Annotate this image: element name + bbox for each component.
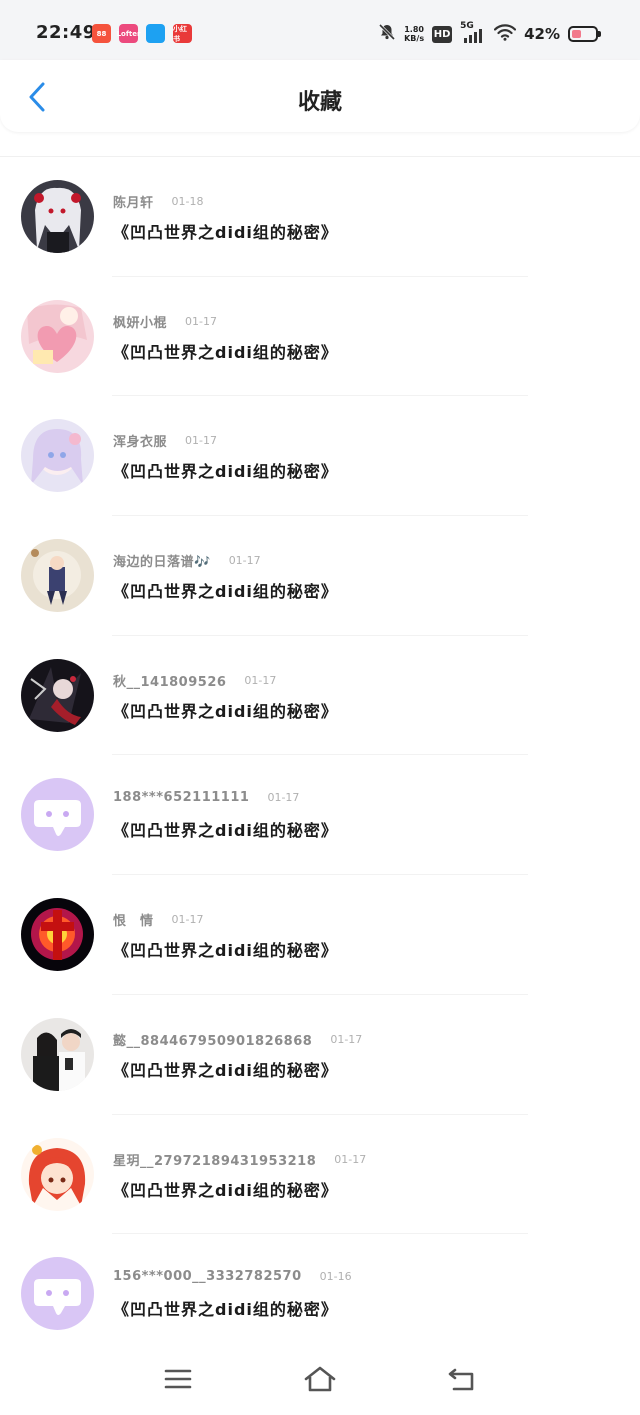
book-title[interactable]: 《凹凸世界之didi组的秘密》 [113, 1177, 338, 1201]
favorite-item[interactable]: 浑身衣服 01-17 《凹凸世界之didi组的秘密》 [0, 396, 640, 517]
favorite-item[interactable]: 懿__884467950901826868 01-17 《凹凸世界之didi组的秘密… [0, 995, 640, 1115]
back-arrow-icon [448, 1368, 474, 1391]
item-meta: 海边的日落谱🎶 01-17 [113, 551, 261, 570]
battery-percent: 42% [524, 25, 560, 43]
home-icon [304, 1366, 336, 1392]
favorite-date: 01-17 [334, 1152, 367, 1166]
favorite-item[interactable]: 海边的日落谱🎶 01-17 《凹凸世界之didi组的秘密》 [0, 516, 640, 636]
avatar[interactable] [21, 658, 94, 732]
network-speed-value: 1.80 [404, 25, 424, 34]
book-title[interactable]: 《凹凸世界之didi组的秘密》 [113, 698, 338, 722]
top-app-bar: 收藏 [0, 60, 640, 132]
username[interactable]: 秋__141809526 [113, 671, 226, 690]
book-title[interactable]: 《凹凸世界之didi组的秘密》 [113, 339, 338, 363]
item-meta: 浑身衣服 01-17 [113, 431, 217, 450]
favorite-item[interactable]: 秋__141809526 01-17 《凹凸世界之didi组的秘密》 [0, 636, 640, 756]
app-badge-2-icon: Lofter [117, 24, 140, 43]
avatar[interactable] [21, 180, 94, 253]
item-meta: 枫妍小棍 01-17 [113, 312, 217, 331]
hd-badge: HD [432, 25, 453, 43]
cellular-signal-icon: 5G [460, 21, 486, 44]
home-button[interactable] [300, 1361, 340, 1397]
book-title[interactable]: 《凹凸世界之didi组的秘密》 [113, 219, 338, 243]
username[interactable]: 懿__884467950901826868 [113, 1030, 312, 1049]
item-meta: 188***652111111 01-17 [113, 790, 299, 805]
avatar[interactable] [21, 539, 94, 613]
favorite-date: 01-17 [171, 913, 204, 927]
avatar[interactable] [21, 1257, 94, 1331]
battery-fill [572, 30, 582, 38]
app-badge-4-icon: 小红书 [173, 24, 192, 43]
network-speed-unit: KB/s [404, 34, 425, 43]
username[interactable]: 海边的日落谱🎶 [113, 551, 211, 570]
favorite-date: 01-17 [185, 434, 217, 448]
book-title[interactable]: 《凹凸世界之didi组的秘密》 [113, 817, 338, 841]
avatar[interactable] [21, 1017, 94, 1091]
notification-app-icons: 88 Lofter 小红书 [92, 24, 192, 43]
favorite-item[interactable]: 恨 情 01-17 《凹凸世界之didi组的秘密》 [0, 875, 640, 995]
favorite-item[interactable]: 星玥__27972189431953218 01-17 《凹凸世界之didi组的秘密… [0, 1115, 640, 1235]
book-title[interactable]: 《凹凸世界之didi组的秘密》 [113, 937, 338, 961]
favorite-date: 01-17 [330, 1032, 363, 1046]
avatar[interactable] [21, 419, 94, 493]
username[interactable]: 枫妍小棍 [113, 312, 167, 331]
item-meta: 懿__884467950901826868 01-17 [113, 1030, 362, 1049]
book-title[interactable]: 《凹凸世界之didi组的秘密》 [113, 458, 338, 482]
avatar[interactable] [21, 1137, 94, 1211]
system-nav-bar [0, 1343, 640, 1415]
wifi-icon [493, 23, 517, 45]
favorite-date: 01-18 [171, 195, 204, 208]
favorite-item[interactable]: 枫妍小棍 01-17 《凹凸世界之didi组的秘密》 [0, 277, 640, 397]
favorite-item[interactable]: 188***652111111 01-17 《凹凸世界之didi组的秘密》 [0, 755, 640, 876]
favorite-item[interactable]: 陈月轩 01-18 《凹凸世界之didi组的秘密》 [0, 157, 640, 277]
status-time: 22:49 [36, 22, 96, 43]
favorites-list: 陈月轩 01-18 《凹凸世界之didi组的秘密》 枫妍小棍 01-17 《凹凸世界之di… [0, 156, 640, 1354]
mute-icon [378, 23, 396, 45]
item-meta: 星玥__27972189431953218 01-17 [113, 1150, 366, 1169]
battery-icon [568, 26, 601, 42]
app-badge-1-icon: 88 [92, 24, 111, 43]
back-nav-button[interactable] [442, 1361, 482, 1397]
avatar[interactable] [21, 778, 94, 852]
menu-icon [164, 1369, 192, 1389]
item-meta: 恨 情 01-17 [113, 910, 203, 929]
avatar[interactable] [21, 898, 94, 972]
favorite-item[interactable]: 156***000__3332782570 01-16 《凹凸世界之didi组的秘密… [0, 1234, 640, 1354]
username[interactable]: 188***652111111 [113, 790, 249, 805]
username[interactable]: 陈月轩 [113, 192, 154, 211]
menu-button[interactable] [158, 1361, 198, 1397]
avatar[interactable] [21, 299, 94, 373]
favorite-date: 01-17 [185, 314, 217, 328]
favorite-date: 01-17 [228, 554, 261, 568]
network-speed: 1.80 KB/s [404, 25, 424, 43]
username[interactable]: 浑身衣服 [113, 431, 167, 450]
book-title[interactable]: 《凹凸世界之didi组的秘密》 [113, 1057, 338, 1081]
username[interactable]: 恨 情 [113, 910, 154, 929]
favorite-date: 01-16 [319, 1270, 352, 1284]
favorite-date: 01-17 [244, 673, 277, 687]
favorite-date: 01-17 [267, 791, 300, 805]
item-meta: 156***000__3332782570 01-16 [113, 1269, 352, 1284]
page-title: 收藏 [297, 90, 342, 115]
username[interactable]: 星玥__27972189431953218 [113, 1150, 316, 1169]
status-indicators: 1.80 KB/s HD 5G 42% [378, 21, 601, 46]
book-title[interactable]: 《凹凸世界之didi组的秘密》 [113, 578, 338, 602]
app-badge-3-icon [146, 24, 165, 43]
book-title[interactable]: 《凹凸世界之didi组的秘密》 [113, 1296, 338, 1320]
item-meta: 陈月轩 01-18 [113, 192, 203, 211]
item-meta: 秋__141809526 01-17 [113, 671, 276, 690]
username[interactable]: 156***000__3332782570 [113, 1269, 302, 1284]
